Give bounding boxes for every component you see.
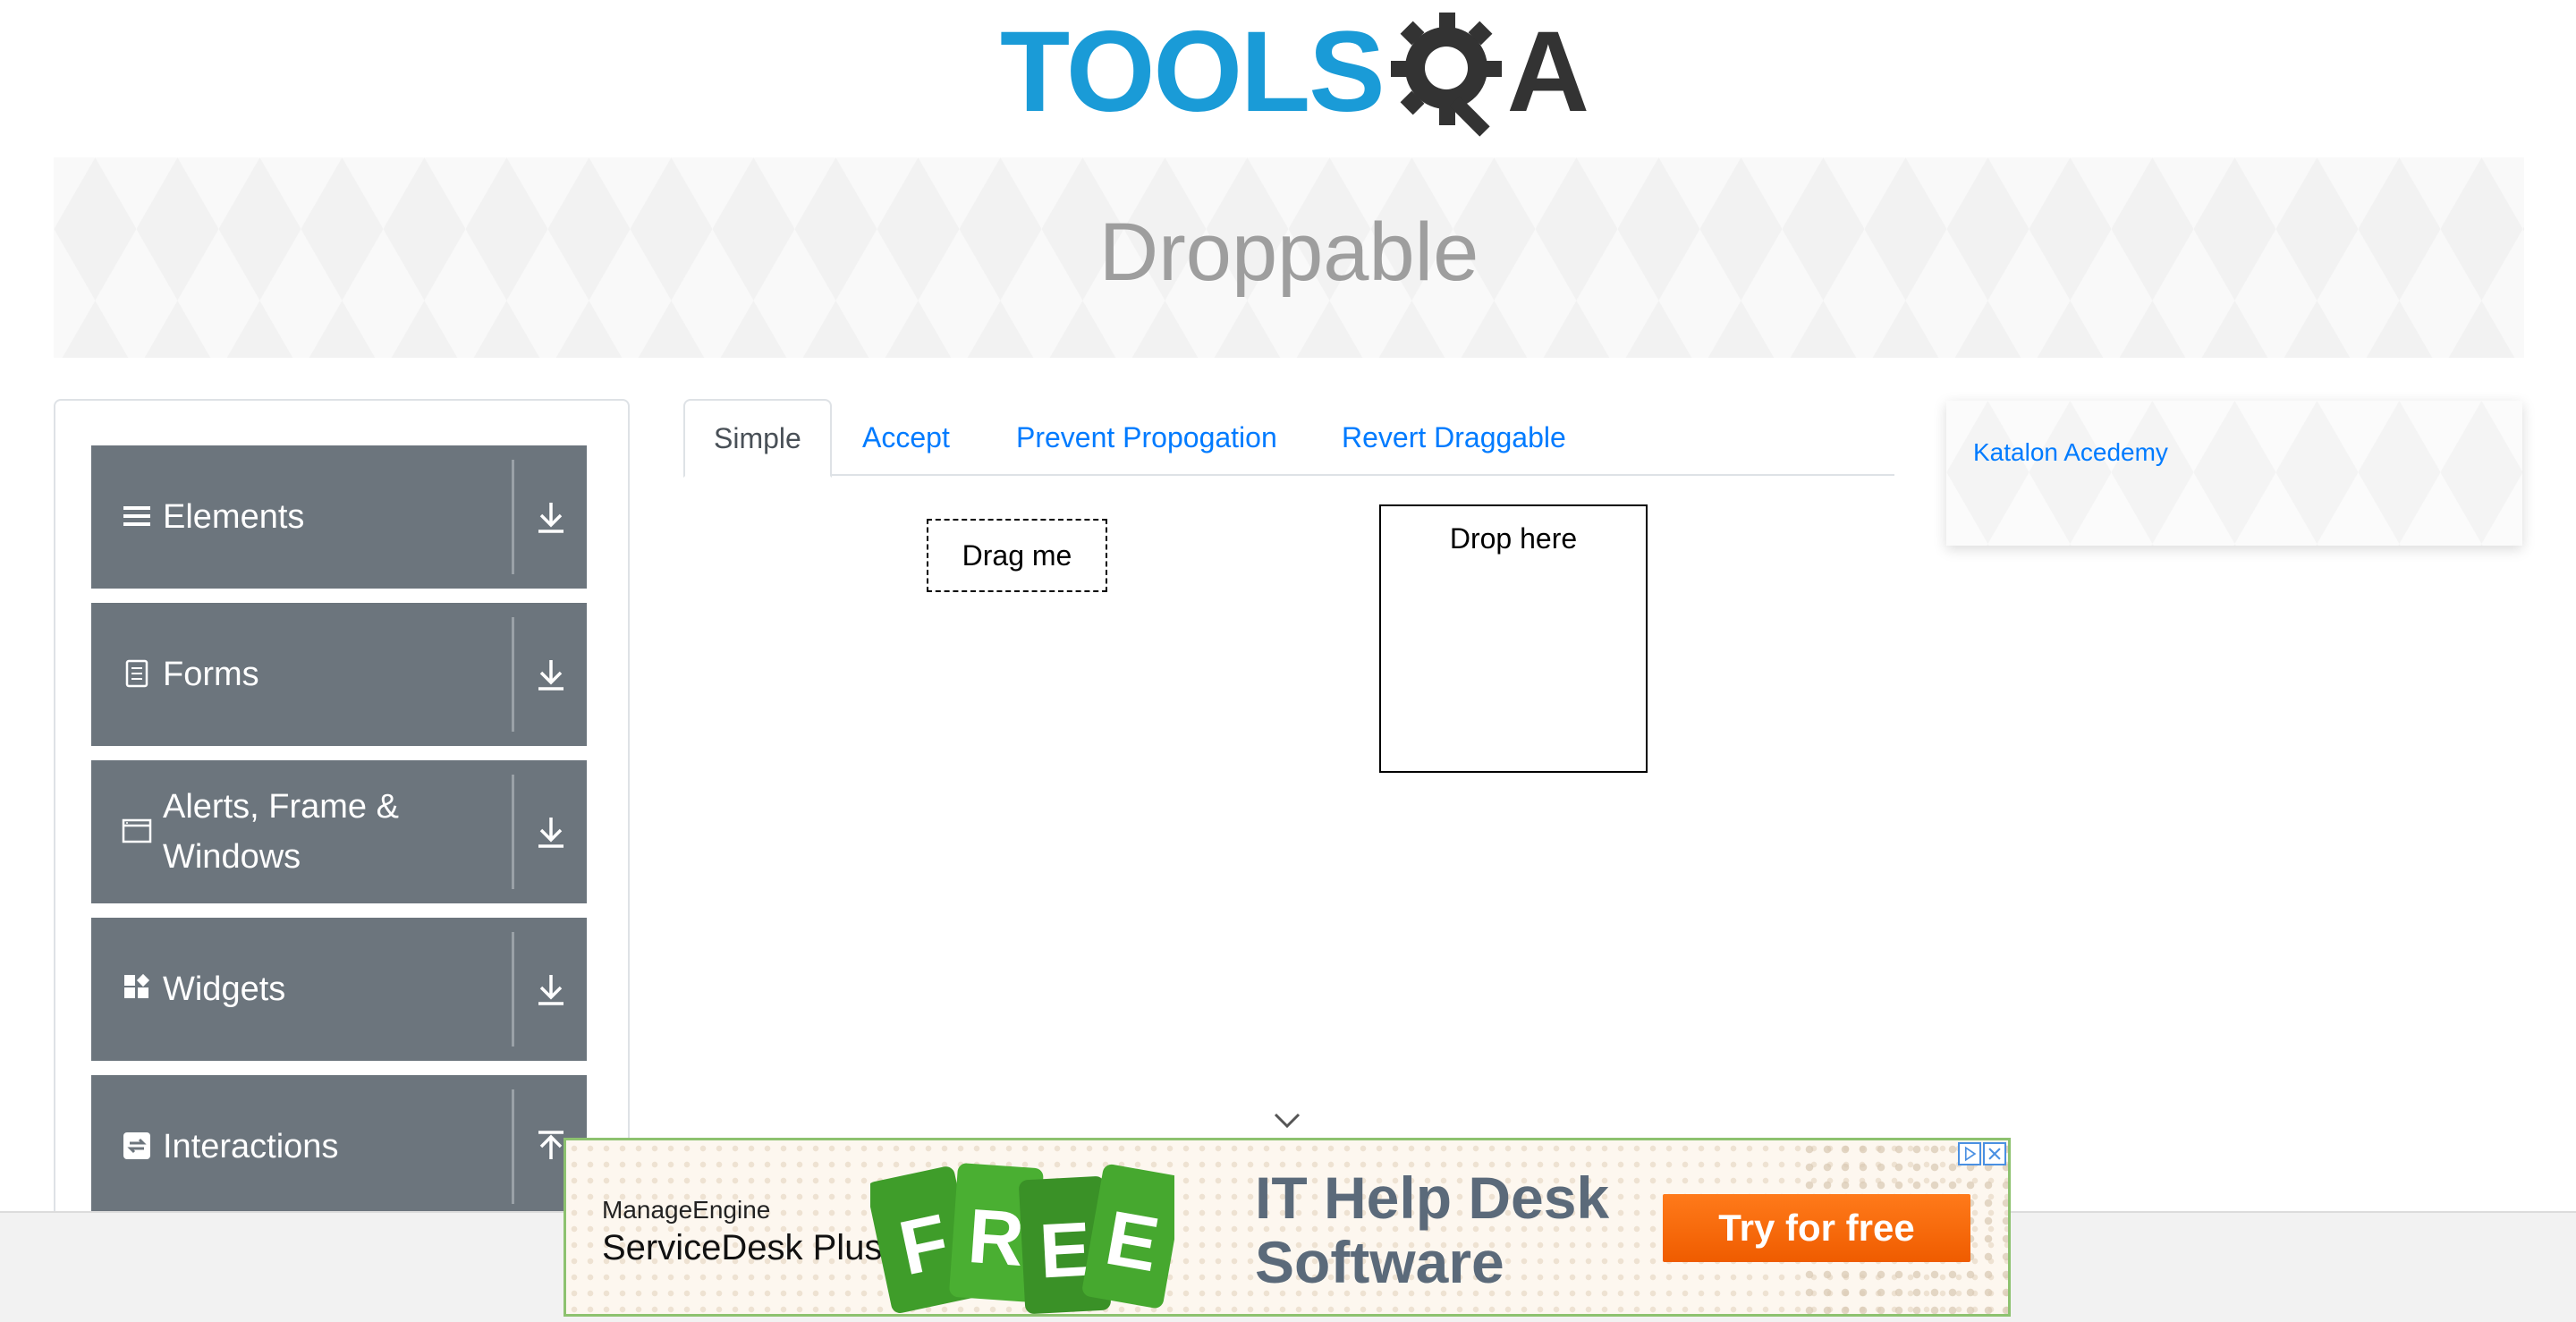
page-banner: Droppable (54, 157, 2524, 358)
sidebar-group-elements[interactable]: Elements (91, 445, 587, 589)
divider (512, 460, 514, 574)
download-arrow-icon[interactable] (533, 812, 569, 852)
interactions-icon (123, 1132, 150, 1159)
sidebar-group-label: Elements (163, 498, 305, 536)
advertisement-banner[interactable]: ManageEngine ServiceDesk Plus F R E E IT… (564, 1138, 2011, 1317)
toolsqa-logo[interactable]: TOOLS A (1000, 5, 1590, 140)
sidebar-group-label: Alerts, Frame & Windows (163, 788, 399, 876)
ad-headline: IT Help Desk Software (1255, 1165, 1609, 1294)
ad-product-name: ServiceDesk Plus (602, 1228, 883, 1267)
download-arrow-icon[interactable] (533, 655, 569, 694)
download-arrow-icon[interactable] (533, 970, 569, 1009)
sidebar-group-label: Interactions (163, 1128, 339, 1165)
side-ad-panel: Katalon Acedemy (1946, 401, 2522, 546)
tab-simple[interactable]: Simple (683, 399, 832, 478)
ad-headline-line2: Software (1255, 1229, 1504, 1295)
page-title: Droppable (1098, 207, 1479, 298)
divider (512, 617, 514, 732)
sidebar-group-widgets[interactable]: Widgets (91, 918, 587, 1061)
logo-text: TOOLS (1000, 8, 1385, 136)
divider (512, 932, 514, 1047)
logo-text-a: A (1506, 8, 1589, 136)
sidebar-group-label: Forms (163, 656, 259, 693)
list-icon (123, 506, 150, 526)
sidebar-group-alerts-frame-windows[interactable]: Alerts, Frame & Windows (91, 760, 587, 903)
droppable-box[interactable]: Drop here (1379, 504, 1648, 773)
ad-headline-line1: IT Help Desk (1255, 1165, 1610, 1231)
chevron-down-icon[interactable] (1272, 1109, 1302, 1132)
adchoices-icon[interactable] (1958, 1142, 1981, 1165)
tab-revert-draggable[interactable]: Revert Draggable (1342, 399, 1566, 476)
sidebar-group-forms[interactable]: Forms (91, 603, 587, 746)
tab-bar: Simple Accept Prevent Propogation Revert… (683, 399, 1894, 478)
document-icon (125, 659, 148, 688)
draggable-box[interactable]: Drag me (927, 519, 1107, 592)
gear-magnifier-icon (1390, 13, 1502, 137)
tab-accept[interactable]: Accept (862, 399, 950, 476)
sidebar: Elements Forms Alerts, Frame & Windows W… (54, 399, 630, 1322)
free-tags-icon: F R E E (870, 1163, 1174, 1314)
window-icon (122, 818, 152, 843)
try-for-free-button[interactable]: Try for free (1663, 1194, 1970, 1262)
divider (512, 775, 514, 889)
close-icon[interactable] (1983, 1142, 2006, 1165)
ad-brand: ManageEngine (602, 1196, 771, 1224)
widgets-icon (124, 973, 150, 998)
sidebar-group-interactions[interactable]: Interactions (91, 1075, 587, 1218)
tab-prevent-propogation[interactable]: Prevent Propogation (1016, 399, 1277, 476)
tag-letter: R (965, 1193, 1027, 1283)
sidebar-group-label: Widgets (163, 970, 286, 1008)
divider (512, 1089, 514, 1204)
katalon-academy-link[interactable]: Katalon Acedemy (1973, 438, 2168, 467)
download-arrow-icon[interactable] (533, 497, 569, 537)
